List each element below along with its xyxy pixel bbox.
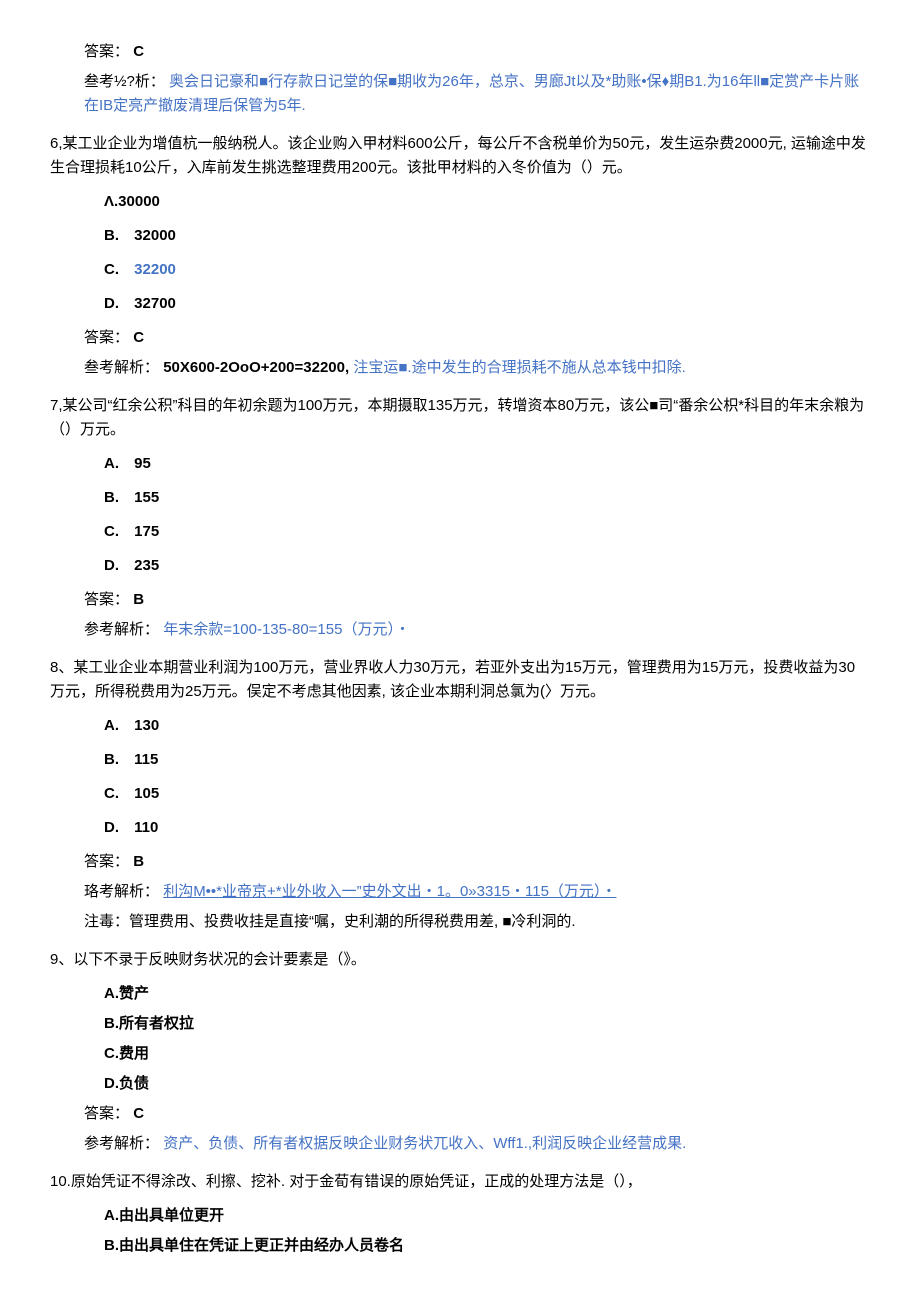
option-letter: D. <box>104 292 130 316</box>
q8-analysis: 珞考解析： 利沟M••*业帝京+*业外收入一”史外文出・1。0»3315・115… <box>84 880 870 904</box>
answer-label: 答案： <box>84 591 129 608</box>
q8-note: 注毒：管理费用、投费收挂是直接“嘱，史利潮的所得税费用差, ■冷利洞的. <box>84 910 870 934</box>
q10-option-b: B.由出具单住在凭证上更正并由经办人员卷名 <box>104 1234 870 1258</box>
q8-stem: 8、某工业企业本期营业利润为100万元，营业界收人力30万元，若亚外支出为15万… <box>50 656 870 704</box>
option-text: 235 <box>134 557 159 574</box>
answer-value: C <box>133 43 144 60</box>
q7-analysis: 参考解析： 年末余款=100-135-80=155（万元）・ <box>84 618 870 642</box>
q7-option-a: A. 95 <box>104 452 870 476</box>
answer-label: 答案： <box>84 1105 129 1122</box>
option-text: 32000 <box>134 227 176 244</box>
q9-stem: 9、以下不录于反映财务状况的会计要素是（》。 <box>50 948 870 972</box>
option-letter: C. <box>104 782 130 806</box>
option-text: 110 <box>134 819 158 836</box>
option-text: 175 <box>134 523 159 540</box>
option-text: 105 <box>134 785 159 802</box>
option-letter: D. <box>104 816 130 840</box>
answer-value: C <box>133 1105 144 1122</box>
q8-option-a: A. 130 <box>104 714 870 738</box>
analysis-blue: 注宝运■.途中发生的合理损耗不施从总本钱中扣除. <box>353 359 685 376</box>
q6-answer: 答案： C <box>84 326 870 350</box>
option-letter: B. <box>104 748 130 772</box>
q7-option-d: D. 235 <box>104 554 870 578</box>
q7-answer: 答案： B <box>84 588 870 612</box>
analysis-label: 叁考解析： <box>84 359 159 376</box>
option-letter: B. <box>104 486 130 510</box>
analysis-label: 叁考½?析： <box>84 73 165 90</box>
option-letter: A. <box>104 452 130 476</box>
q6-analysis: 叁考解析： 50X600-2OoO+200=32200, 注宝运■.途中发生的合… <box>84 356 870 380</box>
q7-stem: 7,某公司“红余公积”科目的年初余题为100万元，本期摄取135万元，转增资本8… <box>50 394 870 442</box>
q5-answer: 答案： C <box>84 40 870 64</box>
option-text: 155 <box>134 489 159 506</box>
q10-stem: 10.原始凭证不得涂改、利擦、挖补. 对于金荀有错误的原始凭证，正成的处理方法是… <box>50 1170 870 1194</box>
option-text: 32700 <box>134 295 176 312</box>
analysis-label: 参考解析： <box>84 1135 159 1152</box>
analysis-text: 年末余款=100-135-80=155（万元）・ <box>163 621 410 638</box>
answer-label: 答案： <box>84 43 129 60</box>
option-letter: B. <box>104 224 130 248</box>
q7-option-b: B. 155 <box>104 486 870 510</box>
answer-value: B <box>133 591 144 608</box>
option-text: 115 <box>134 751 158 768</box>
q6-stem: 6,某工业企业为增值杭一般纳税人。该企业购入甲材料600公斤，每公斤不含税单价为… <box>50 132 870 180</box>
q5-analysis: 叁考½?析： 奥会日记豪和■行存款日记堂的保■期收为26年，总京、男廊Jt以及*… <box>84 70 870 118</box>
option-letter: D. <box>104 554 130 578</box>
q6-option-a: Λ.30000 <box>104 190 870 214</box>
option-letter: A. <box>104 714 130 738</box>
q8-option-d: D. 110 <box>104 816 870 840</box>
answer-value: C <box>133 329 144 346</box>
option-letter: C. <box>104 258 130 282</box>
option-text: 32200 <box>134 261 176 278</box>
analysis-bold: 50X600-2OoO+200=32200, <box>163 359 349 376</box>
option-text: 95 <box>134 455 151 472</box>
q6-option-c: C. 32200 <box>104 258 870 282</box>
q6-option-d: D. 32700 <box>104 292 870 316</box>
q9-option-a: A.赞产 <box>104 982 870 1006</box>
q6-option-b: B. 32000 <box>104 224 870 248</box>
q8-option-c: C. 105 <box>104 782 870 806</box>
q9-analysis: 参考解析： 资产、负债、所有者权据反映企业财务状兀收入、Wff1.,利润反映企业… <box>84 1132 870 1156</box>
q9-answer: 答案： C <box>84 1102 870 1126</box>
option-letter: C. <box>104 520 130 544</box>
answer-label: 答案： <box>84 329 129 346</box>
answer-label: 答案： <box>84 853 129 870</box>
q8-option-b: B. 115 <box>104 748 870 772</box>
answer-value: B <box>133 853 144 870</box>
q9-option-d: D.负债 <box>104 1072 870 1096</box>
q10-option-a: A.由出具单位更开 <box>104 1204 870 1228</box>
q8-answer: 答案： B <box>84 850 870 874</box>
q9-option-c: C.费用 <box>104 1042 870 1066</box>
analysis-link[interactable]: 利沟M••*业帝京+*业外收入一”史外文出・1。0»3315・115（万元）・ <box>163 883 616 900</box>
q7-option-c: C. 175 <box>104 520 870 544</box>
q9-option-b: B.所有者权拉 <box>104 1012 870 1036</box>
analysis-text: 奥会日记豪和■行存款日记堂的保■期收为26年，总京、男廊Jt以及*助账•保♦期B… <box>84 73 859 114</box>
analysis-label: 珞考解析： <box>84 883 159 900</box>
analysis-label: 参考解析： <box>84 621 159 638</box>
option-text: 130 <box>134 717 159 734</box>
analysis-text: 资产、负债、所有者权据反映企业财务状兀收入、Wff1.,利润反映企业经营成果. <box>163 1135 686 1152</box>
